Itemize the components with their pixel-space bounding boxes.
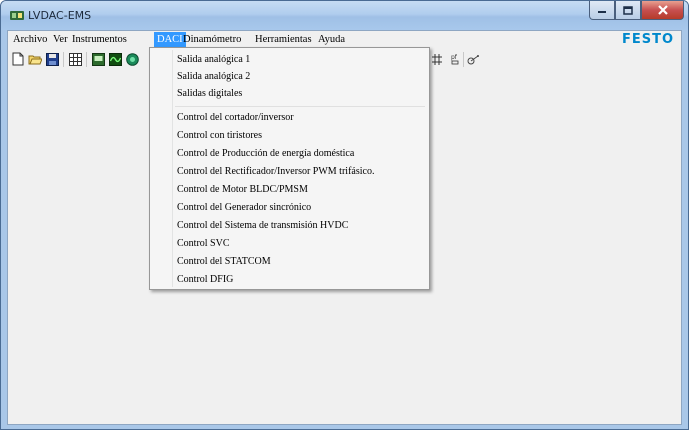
toolbar-separator	[86, 52, 87, 67]
app-icon	[10, 11, 24, 20]
grid-table-icon	[68, 52, 82, 66]
save-button[interactable]	[45, 52, 59, 66]
new-file-icon	[12, 52, 24, 66]
menu-item-salidas-digitales[interactable]: Salidas digitales	[177, 86, 242, 102]
menu-ver[interactable]: Ver	[50, 32, 71, 47]
window-title: LVDAC-EMS	[28, 9, 92, 22]
minimize-button[interactable]	[589, 1, 615, 20]
oscilloscope-button[interactable]	[108, 52, 122, 66]
open-button[interactable]	[28, 52, 42, 66]
menu-herramientas[interactable]: Herramientas	[252, 32, 315, 47]
title-bar[interactable]: LVDAC-EMS	[1, 1, 688, 30]
app-window: LVDAC-EMS Archivo Ver Instrumentos DACI …	[0, 0, 689, 430]
flip-button[interactable]	[430, 52, 444, 66]
menu-item-control-hvdc[interactable]: Control del Sistema de transmisión HVDC	[177, 218, 348, 234]
toolbar-separator	[63, 52, 64, 67]
menu-item-control-produccion-energia[interactable]: Control de Producción de energía domésti…	[177, 146, 354, 162]
open-folder-icon	[28, 55, 42, 65]
close-icon	[657, 5, 668, 15]
menu-item-control-motor-bldc[interactable]: Control de Motor BLDC/PMSM	[177, 182, 308, 198]
pf-button[interactable]: pf	[448, 52, 462, 66]
festo-logo: FESTO	[621, 32, 674, 47]
pf-icon: pf	[451, 54, 459, 64]
menu-instrumentos[interactable]: Instrumentos	[69, 32, 130, 47]
meter-button[interactable]	[91, 52, 105, 66]
save-disk-icon	[45, 52, 59, 66]
maximize-button[interactable]	[615, 1, 641, 20]
oscilloscope-icon	[108, 52, 122, 66]
table-button[interactable]	[68, 52, 82, 66]
phasor-icon	[125, 52, 139, 66]
minimize-icon	[598, 11, 606, 13]
menu-dinamometro[interactable]: Dinamómetro	[180, 32, 244, 47]
menu-archivo[interactable]: Archivo	[10, 32, 50, 47]
menu-item-control-dfig[interactable]: Control DFIG	[177, 272, 233, 288]
menu-gutter	[172, 50, 173, 287]
menu-item-salida-analogica-1[interactable]: Salida analógica 1	[177, 52, 250, 68]
flip-icon	[432, 53, 442, 65]
menu-ayuda[interactable]: Ayuda	[315, 32, 348, 47]
meter-icon	[91, 52, 105, 66]
menu-item-control-rectificador-inversor[interactable]: Control del Rectificador/Inversor PWM tr…	[177, 164, 374, 180]
phase-button[interactable]	[467, 52, 481, 66]
menu-bar: Archivo Ver Instrumentos DACI Dinamómetr…	[8, 31, 681, 48]
menu-item-control-tiristores[interactable]: Control con tiristores	[177, 128, 262, 144]
menu-item-salida-analogica-2[interactable]: Salida analógica 2	[177, 69, 250, 85]
menu-item-control-statcom[interactable]: Control del STATCOM	[177, 254, 271, 270]
phasor-button[interactable]	[125, 52, 139, 66]
menu-separator	[175, 106, 425, 107]
close-button[interactable]	[641, 1, 684, 20]
new-file-button[interactable]	[11, 52, 25, 66]
maximize-icon	[623, 5, 633, 15]
svg-text:pf: pf	[451, 54, 458, 61]
caption-buttons	[589, 1, 684, 21]
daci-dropdown-menu: Salida analógica 1 Salida analógica 2 Sa…	[149, 47, 430, 290]
toolbar-separator	[463, 52, 464, 67]
menu-item-control-svc[interactable]: Control SVC	[177, 236, 230, 252]
menu-item-control-generador[interactable]: Control del Generador sincrónico	[177, 200, 311, 216]
phase-icon	[467, 54, 479, 64]
menu-item-control-cortador-inversor[interactable]: Control del cortador/inversor	[177, 110, 294, 126]
